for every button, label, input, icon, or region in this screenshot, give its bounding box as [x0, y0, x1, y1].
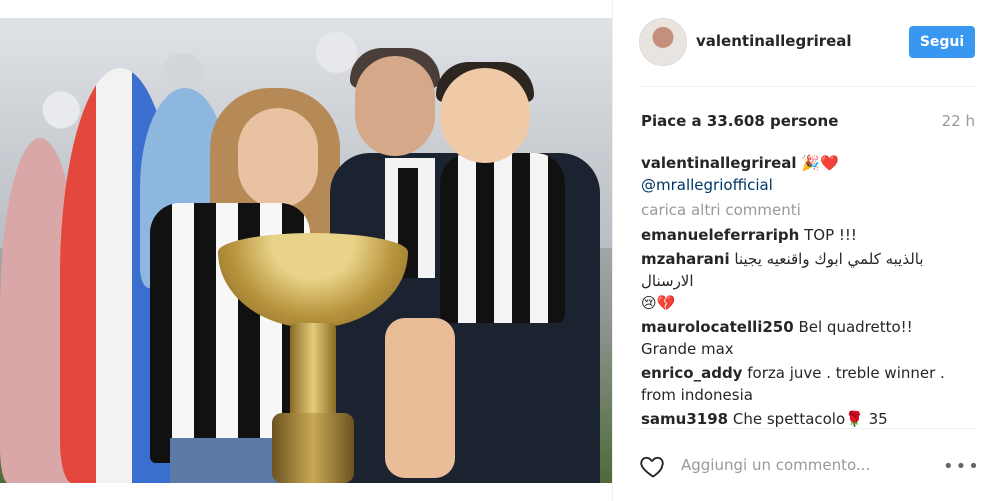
add-comment-input[interactable]: Aggiungi un commento...: [681, 456, 870, 474]
trophy-stem: [290, 323, 336, 423]
heart-icon[interactable]: [639, 452, 667, 480]
list-item: enrico_addy forza juve . treble winner .…: [641, 362, 975, 406]
trophy-base: [272, 413, 354, 483]
comment-emoji: 😢💔: [641, 294, 676, 312]
username-link[interactable]: valentinallegrireal: [696, 32, 852, 50]
post-time[interactable]: 22 h: [942, 112, 975, 130]
follow-button[interactable]: Segui: [909, 26, 975, 58]
comment-text-continued: Grande max: [641, 340, 734, 358]
divider: [639, 86, 975, 87]
boy-jersey: [440, 153, 565, 323]
boy-face: [440, 68, 530, 163]
more-options-icon[interactable]: •••: [943, 456, 981, 477]
post-header: valentinallegrireal Segui: [613, 0, 1000, 86]
comment-username[interactable]: samu3198: [641, 410, 728, 427]
comment-username[interactable]: enrico_addy: [641, 364, 742, 382]
likes-row: Piace a 33.608 persone 22 h: [641, 112, 975, 130]
list-item: samu3198 Che spettacolo🌹 35: [641, 408, 975, 427]
avatar[interactable]: [639, 18, 687, 66]
comment-text: forza juve . treble winner .: [747, 364, 945, 382]
comment-username[interactable]: mzaharani: [641, 250, 730, 268]
post-footer: Aggiungi un commento... •••: [613, 440, 1000, 501]
caption-username[interactable]: valentinallegrireal: [641, 154, 797, 172]
caption-mention[interactable]: @mrallegriofficial: [641, 176, 773, 194]
load-more-comments-link[interactable]: carica altri commenti: [641, 199, 975, 221]
caption: valentinallegrireal 🎉❤️ @mrallegrioffici…: [641, 152, 975, 196]
comments-list[interactable]: valentinallegrireal 🎉❤️ @mrallegrioffici…: [641, 152, 975, 427]
post-sidebar: valentinallegrireal Segui Piace a 33.608…: [612, 0, 1000, 501]
list-item: maurolocatelli250 Bel quadretto!! Grande…: [641, 316, 975, 360]
comment-text: Bel quadretto!!: [798, 318, 913, 336]
woman-face: [238, 108, 318, 208]
list-item: mzaharani بالذيبه كلمي ابوك واقنعيه يجين…: [641, 248, 975, 314]
comment-text: TOP !!!: [804, 226, 857, 244]
man-face: [355, 56, 435, 156]
post-photo[interactable]: [0, 18, 612, 483]
caption-emoji: 🎉❤️: [801, 154, 839, 172]
list-item: emanueleferrariph TOP !!!: [641, 224, 975, 246]
boy-legs: [385, 318, 455, 478]
comment-username[interactable]: maurolocatelli250: [641, 318, 794, 336]
comment-text: Che spettacolo🌹 35: [732, 410, 888, 427]
divider: [639, 428, 975, 429]
likes-count[interactable]: Piace a 33.608 persone: [641, 112, 838, 130]
comment-username[interactable]: emanueleferrariph: [641, 226, 799, 244]
comment-text-continued: from indonesia: [641, 386, 753, 404]
